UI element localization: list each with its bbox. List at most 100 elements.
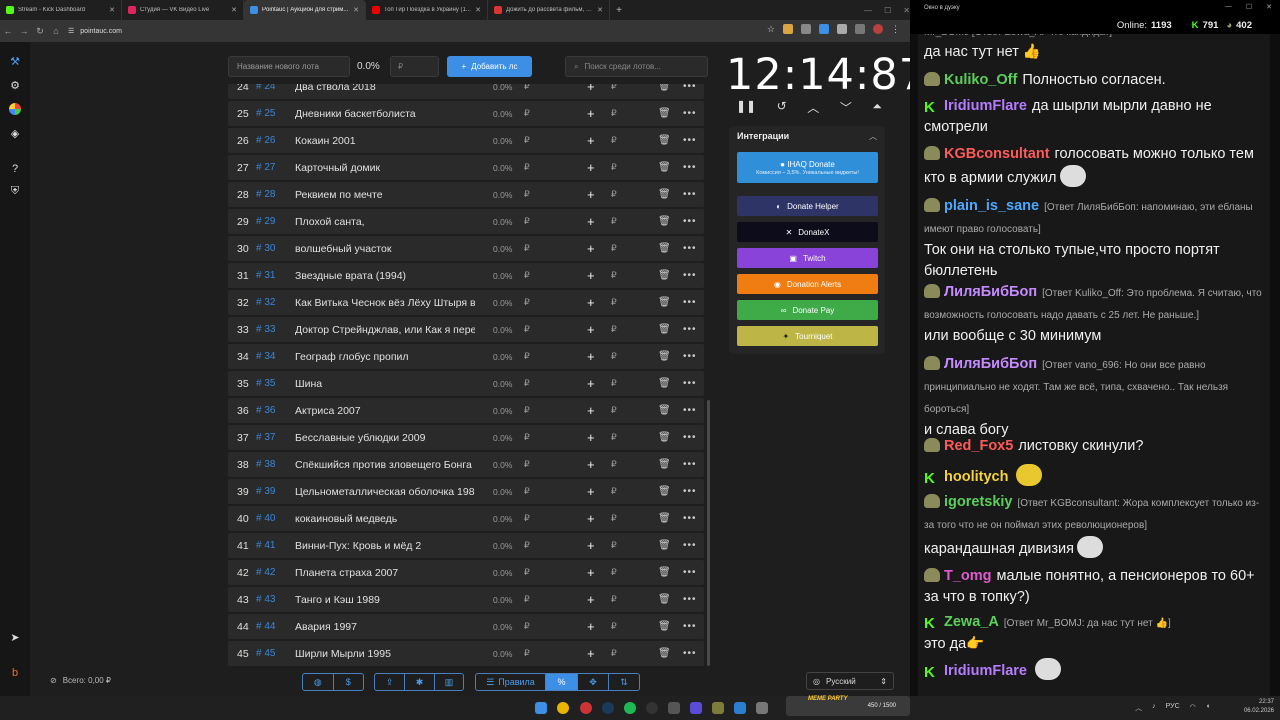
lot-name[interactable]: Ширли Мырли 1995	[295, 648, 475, 660]
lot-name[interactable]: Винни-Пух: Кровь и мёд 2	[295, 540, 475, 552]
trash-icon[interactable]: 🗑	[658, 513, 671, 524]
lot-name[interactable]: Спёкшийся против зловещего Бонга	[295, 459, 475, 471]
integration-donatex[interactable]: ✕ DonateX	[737, 222, 878, 242]
add-amount-icon[interactable]: +	[587, 403, 595, 418]
integration-ihaq-donate[interactable]: ● IHAQ Donate Комиссия – 3,5%. Уникальны…	[737, 152, 878, 183]
lot-row[interactable]: 24 # 24 Два ствола 2018 0.0% ₽ + ₽ 🗑 •••	[228, 84, 704, 99]
add-amount-icon[interactable]: +	[587, 538, 595, 553]
auction-icon[interactable]: ⚒	[8, 54, 22, 68]
more-icon[interactable]: •••	[683, 135, 697, 146]
lot-add-field[interactable]: ₽	[611, 567, 617, 578]
close-icon[interactable]: ✕	[475, 6, 481, 14]
lot-amount-field[interactable]: ₽	[524, 405, 530, 416]
lot-amount-field[interactable]: ₽	[524, 297, 530, 308]
add-amount-icon[interactable]: +	[587, 187, 595, 202]
upload-icon[interactable]: ⇪	[375, 674, 405, 690]
lot-amount-field[interactable]: ₽	[524, 621, 530, 632]
lot-row[interactable]: 33 # 33 Доктор Стрейнджлав, или Как я пере…	[228, 317, 704, 342]
add-amount-icon[interactable]: +	[587, 484, 595, 499]
more-icon[interactable]: •••	[683, 378, 697, 389]
new-tab-icon[interactable]: +	[610, 0, 628, 20]
more-icon[interactable]: •••	[683, 486, 697, 497]
chat-username[interactable]: ЛиляБибБоп	[944, 356, 1037, 372]
app-icon[interactable]	[580, 702, 592, 714]
bookmark-star-icon[interactable]: ☆	[767, 24, 775, 35]
close-icon[interactable]: ✕	[597, 6, 603, 14]
rules-button[interactable]: ☰ Правила	[476, 674, 546, 690]
github-icon[interactable]: ◍	[303, 674, 334, 690]
lot-hash-id[interactable]: # 37	[256, 432, 275, 443]
lot-hash-id[interactable]: # 30	[256, 243, 275, 254]
lot-amount-field[interactable]: ₽	[524, 84, 530, 92]
minimize-icon[interactable]: —	[864, 6, 872, 15]
lot-row[interactable]: 25 # 25 Дневники баскетболиста 0.0% ₽ + ₽ 🗑 •••	[228, 101, 704, 126]
lot-hash-id[interactable]: # 34	[256, 351, 275, 362]
lot-amount-input[interactable]: ₽	[390, 56, 439, 77]
obs-icon[interactable]	[646, 702, 658, 714]
chat-username[interactable]: T_omg	[944, 568, 992, 584]
maximize-icon[interactable]: ☐	[1246, 3, 1252, 11]
app-icon[interactable]	[690, 702, 702, 714]
extension-icon[interactable]	[837, 24, 847, 34]
maximize-icon[interactable]: ☐	[884, 6, 891, 15]
add-amount-icon[interactable]: +	[587, 160, 595, 175]
extension-icon[interactable]	[801, 24, 811, 34]
gear-icon[interactable]: ⚙	[8, 78, 22, 92]
lot-hash-id[interactable]: # 31	[256, 270, 275, 281]
more-icon[interactable]: •••	[683, 648, 697, 659]
chevron-up-icon[interactable]: ︿	[1135, 703, 1142, 713]
lot-hash-id[interactable]: # 26	[256, 135, 275, 146]
lot-name[interactable]: Дневники баскетболиста	[295, 108, 475, 120]
add-amount-icon[interactable]: +	[587, 646, 595, 661]
more-icon[interactable]: •••	[683, 567, 697, 578]
lot-amount-field[interactable]: ₽	[524, 243, 530, 254]
lot-row[interactable]: 32 # 32 Как Витька Чеснок вёз Лёху Штыря в…	[228, 290, 704, 315]
more-icon[interactable]: •••	[683, 432, 697, 443]
app-icon[interactable]	[756, 702, 768, 714]
lot-row[interactable]: 34 # 34 Географ глобус пропил 0.0% ₽ + ₽ 🗑 •••	[228, 344, 704, 369]
lot-amount-field[interactable]: ₽	[524, 270, 530, 281]
lot-name[interactable]: Шина	[295, 378, 475, 390]
boosty-icon[interactable]: b	[8, 666, 22, 680]
lot-amount-field[interactable]: ₽	[524, 459, 530, 470]
lot-row[interactable]: 43 # 43 Танго и Кэш 1989 0.0% ₽ + ₽ 🗑 •••	[228, 587, 704, 612]
lot-name[interactable]: Кокаин 2001	[295, 135, 475, 147]
add-amount-icon[interactable]: +	[587, 457, 595, 472]
browser-tab-3[interactable]: Топ Гир Поездка в Украину (1... ✕	[366, 0, 488, 20]
lot-name[interactable]: волшебный участок	[295, 243, 475, 255]
lot-amount-field[interactable]: ₽	[524, 108, 530, 119]
minimize-icon[interactable]: —	[1225, 3, 1232, 11]
integration-donate-helper[interactable]: ◐ Donate Helper	[737, 196, 878, 216]
help-icon[interactable]: ?	[8, 162, 22, 176]
chat-username[interactable]: Red_Fox5	[944, 438, 1013, 454]
lot-amount-field[interactable]: ₽	[524, 540, 530, 551]
lot-name[interactable]: Плохой санта,	[295, 216, 475, 228]
telegram-icon[interactable]: ➤	[8, 630, 22, 644]
lot-add-field[interactable]: ₽	[611, 432, 617, 443]
trash-icon[interactable]: 🗑	[658, 621, 671, 632]
lot-row[interactable]: 35 # 35 Шина 0.0% ₽ + ₽ 🗑 •••	[228, 371, 704, 396]
app-icon[interactable]	[712, 702, 724, 714]
lot-amount-field[interactable]: ₽	[524, 513, 530, 524]
lot-row[interactable]: 41 # 41 Винни-Пух: Кровь и мёд 2 0.0% ₽ + ₽ 🗑 ••…	[228, 533, 704, 558]
close-icon[interactable]: ✕	[109, 6, 115, 14]
lot-add-field[interactable]: ₽	[611, 378, 617, 389]
meme-party-widget[interactable]: MEME PARTY 450 / 1500	[786, 696, 910, 716]
chat-username[interactable]: plain_is_sane	[944, 198, 1039, 214]
profile-icon[interactable]	[873, 24, 883, 34]
lot-amount-field[interactable]: ₽	[524, 432, 530, 443]
trash-icon[interactable]: 🗑	[658, 108, 671, 119]
lot-add-field[interactable]: ₽	[611, 135, 617, 146]
more-icon[interactable]: •••	[683, 216, 697, 227]
add-amount-icon[interactable]: +	[587, 322, 595, 337]
lot-add-field[interactable]: ₽	[611, 513, 617, 524]
lot-name[interactable]: кокаиновый медведь	[295, 513, 475, 525]
language-select[interactable]: ◎ Русский ⇕	[806, 672, 894, 690]
clock[interactable]: 22:37 06.02.2026	[1244, 698, 1274, 716]
arrow-down-icon[interactable]: ﹀	[840, 99, 852, 119]
lots-scrollbar[interactable]	[707, 400, 710, 666]
more-icon[interactable]: •••	[683, 594, 697, 605]
lot-add-field[interactable]: ₽	[611, 540, 617, 551]
steam-icon[interactable]	[602, 702, 614, 714]
trash-icon[interactable]: 🗑	[658, 162, 671, 173]
